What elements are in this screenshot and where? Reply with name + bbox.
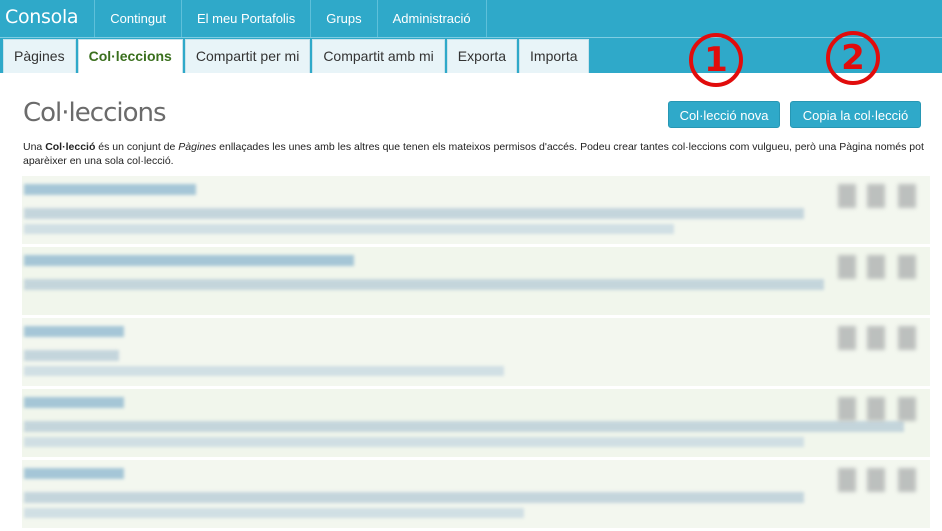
manage-icon[interactable] bbox=[867, 468, 885, 492]
list-item[interactable] bbox=[22, 176, 930, 244]
tab-pagines[interactable]: Pàgines bbox=[3, 39, 76, 73]
sub-navigation-bar: Pàgines Col·leccions Compartit per mi Co… bbox=[0, 37, 942, 73]
collections-list bbox=[22, 176, 930, 531]
list-item[interactable] bbox=[22, 389, 930, 457]
collection-pages bbox=[24, 437, 804, 447]
collection-pages bbox=[24, 366, 504, 376]
collection-description bbox=[24, 421, 904, 432]
top-nav-contingut[interactable]: Contingut bbox=[94, 0, 181, 37]
manage-icon[interactable] bbox=[867, 326, 885, 350]
collection-pages bbox=[24, 508, 524, 518]
top-nav-portafolis[interactable]: El meu Portafolis bbox=[180, 0, 310, 37]
edit-icon[interactable] bbox=[838, 184, 856, 208]
top-nav-administracio[interactable]: Administració bbox=[376, 0, 487, 37]
annotation-circle-2: 2 bbox=[826, 31, 880, 85]
main-menu: Contingut El meu Portafolis Grups Admini… bbox=[94, 0, 487, 37]
brand-logo[interactable]: Consola bbox=[0, 0, 94, 37]
edit-icon[interactable] bbox=[838, 397, 856, 421]
page-description: Una Col·lecció és un conjunt de Pàgines … bbox=[23, 141, 924, 167]
annotation-circle-1: 1 bbox=[689, 33, 743, 87]
pages-term: Pàgines bbox=[178, 141, 217, 153]
manage-icon[interactable] bbox=[867, 397, 885, 421]
top-nav-grups[interactable]: Grups bbox=[310, 0, 376, 37]
manage-icon[interactable] bbox=[867, 184, 885, 208]
sub-menu: Pàgines Col·leccions Compartit per mi Co… bbox=[0, 38, 942, 73]
list-item[interactable] bbox=[22, 247, 930, 315]
edit-icon[interactable] bbox=[838, 255, 856, 279]
list-item[interactable] bbox=[22, 460, 930, 528]
collection-title[interactable] bbox=[24, 397, 124, 408]
page-title: Col·leccions bbox=[23, 98, 167, 128]
copy-collection-button[interactable]: Copia la col·lecció bbox=[790, 101, 921, 128]
collection-pages bbox=[24, 224, 674, 234]
top-navigation-bar: Consola Contingut El meu Portafolis Grup… bbox=[0, 0, 942, 37]
delete-icon[interactable] bbox=[898, 326, 916, 350]
tab-compartit-per-mi[interactable]: Compartit per mi bbox=[184, 39, 311, 73]
tab-importa[interactable]: Importa bbox=[519, 39, 589, 73]
edit-icon[interactable] bbox=[838, 468, 856, 492]
collection-title[interactable] bbox=[24, 468, 124, 479]
collection-description bbox=[24, 279, 824, 290]
delete-icon[interactable] bbox=[898, 397, 916, 421]
edit-icon[interactable] bbox=[838, 326, 856, 350]
manage-icon[interactable] bbox=[867, 255, 885, 279]
tab-compartit-amb-mi[interactable]: Compartit amb mi bbox=[312, 39, 445, 73]
collection-term: Col·lecció bbox=[45, 141, 96, 153]
collection-title[interactable] bbox=[24, 255, 354, 266]
collection-title[interactable] bbox=[24, 326, 124, 337]
collection-description bbox=[24, 350, 119, 361]
delete-icon[interactable] bbox=[898, 255, 916, 279]
tab-exporta[interactable]: Exporta bbox=[446, 39, 518, 73]
tab-colleccions[interactable]: Col·leccions bbox=[77, 39, 183, 73]
list-item[interactable] bbox=[22, 318, 930, 386]
collection-description bbox=[24, 208, 804, 219]
collection-description bbox=[24, 492, 804, 503]
delete-icon[interactable] bbox=[898, 468, 916, 492]
collection-title[interactable] bbox=[24, 184, 196, 195]
delete-icon[interactable] bbox=[898, 184, 916, 208]
new-collection-button[interactable]: Col·lecció nova bbox=[668, 101, 780, 128]
